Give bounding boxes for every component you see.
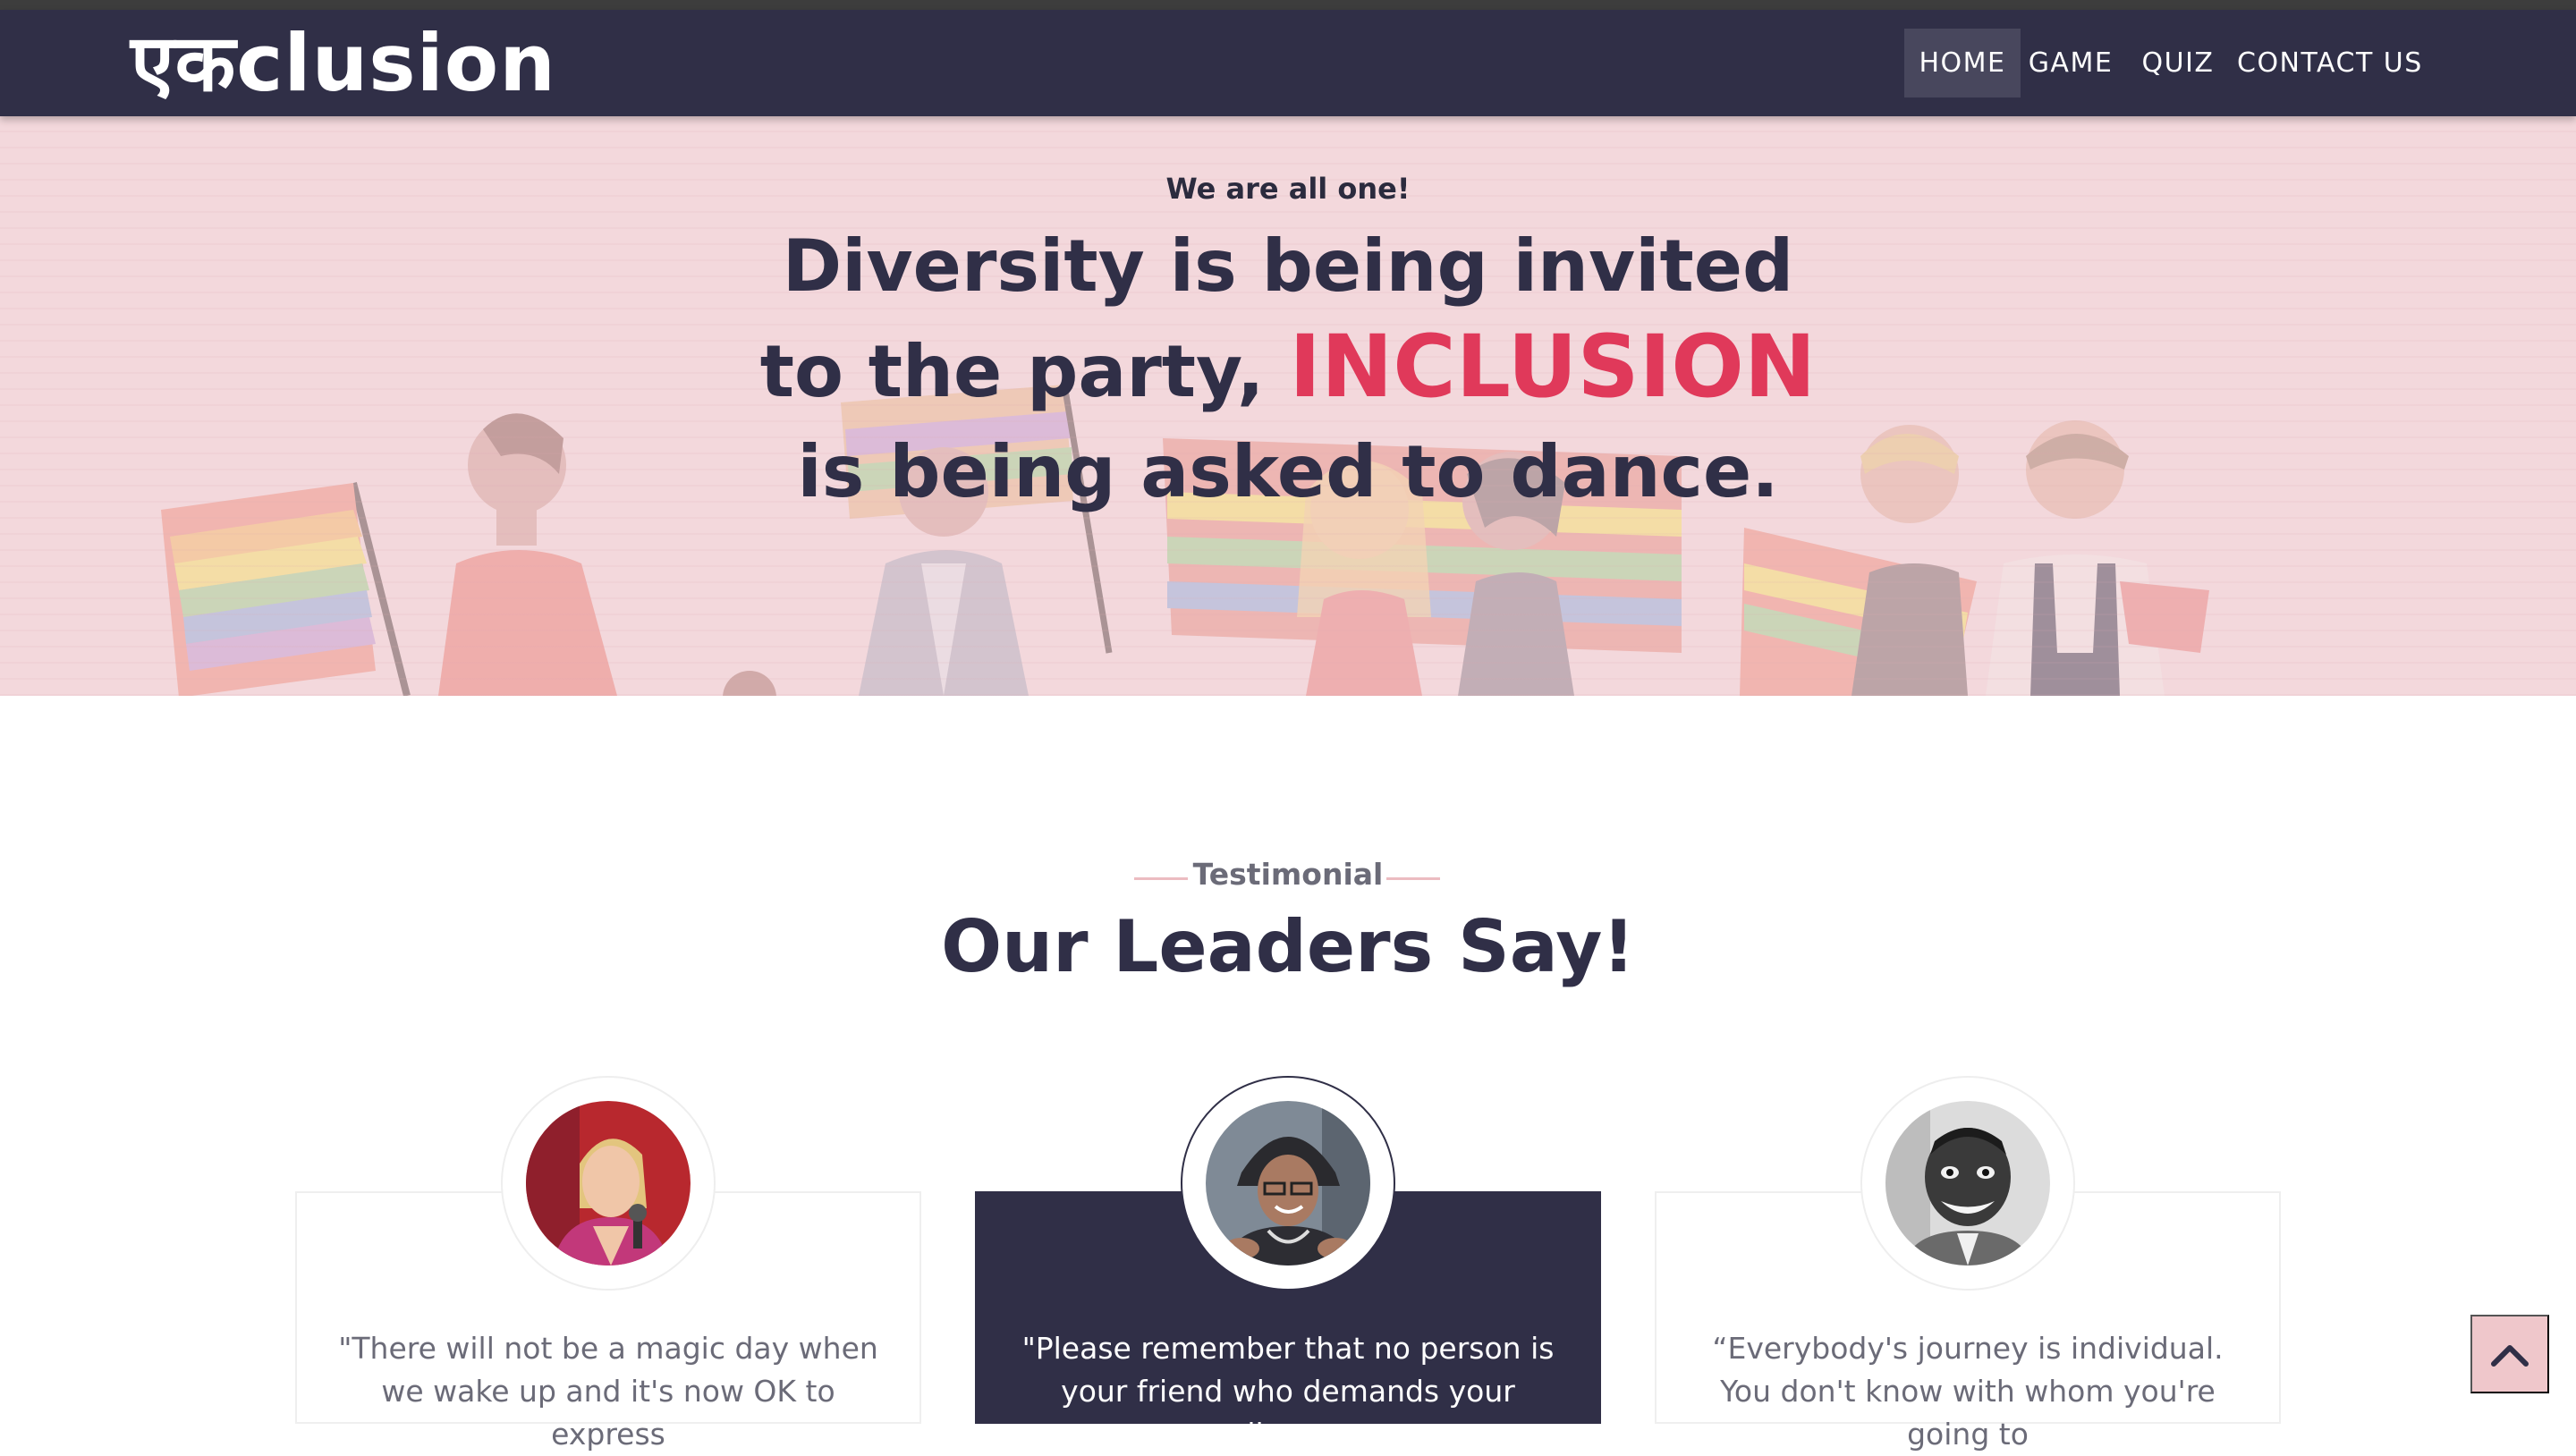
- eyebrow-line-right: [1386, 877, 1440, 880]
- nav-game[interactable]: GAME: [2022, 29, 2119, 97]
- brand-logo[interactable]: एकclusion: [131, 21, 556, 106]
- testimonial-eyebrow: Testimonial: [1192, 857, 1384, 892]
- hero-title-highlight: INCLUSION: [1289, 317, 1817, 417]
- testimonial-quote-2: "Please remember that no person is your …: [1021, 1331, 1555, 1452]
- testimonial-avatar-ring-3: [1860, 1076, 2075, 1291]
- avatar: [1206, 1101, 1370, 1266]
- nav-contact-us[interactable]: CONTACT US: [2237, 29, 2421, 97]
- testimonial-quote-3: “Everybody's journey is individual. You …: [1712, 1331, 2224, 1452]
- scroll-to-top-button[interactable]: [2470, 1315, 2549, 1393]
- navbar: एकclusion HOME GAME QUIZ CONTACT US: [0, 10, 2576, 116]
- chevron-up-icon: [2491, 1345, 2529, 1367]
- hero-title: Diversity is being invited to the party,…: [751, 216, 1825, 522]
- testimonial-section-title: Our Leaders Say!: [941, 905, 1635, 988]
- testimonial-avatar-ring-2: [1181, 1076, 1395, 1291]
- hero-banner: We are all one! Diversity is being invit…: [0, 116, 2576, 696]
- hero-title-part2: is being asked to dance.: [797, 430, 1779, 513]
- avatar: [1885, 1101, 2050, 1266]
- testimonial-quote-1: "There will not be a magic day when we w…: [338, 1331, 878, 1452]
- nav-quiz[interactable]: QUIZ: [2134, 29, 2222, 97]
- browser-top-strip: [0, 0, 2576, 10]
- nav-home[interactable]: HOME: [1904, 29, 2021, 97]
- hero-tagline: We are all one!: [1165, 172, 1411, 206]
- testimonial-avatar-ring-1: [501, 1076, 716, 1291]
- avatar: [526, 1101, 691, 1266]
